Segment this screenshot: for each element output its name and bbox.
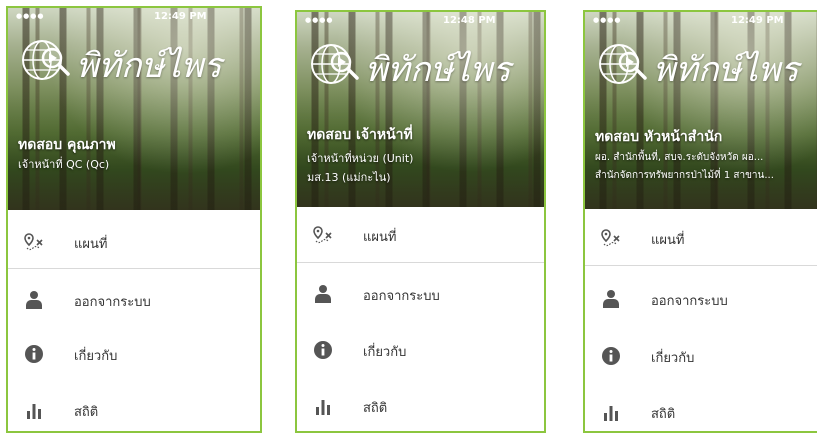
user-name: ทดสอบ เจ้าหน้าที่	[307, 127, 413, 143]
menu-divider	[8, 268, 260, 269]
globe-magnifier-icon	[22, 40, 70, 80]
menu-item-map[interactable]: แผนที่	[8, 214, 260, 270]
menu-item-logout[interactable]: ออกจากระบบ	[585, 271, 817, 327]
user-icon	[603, 290, 619, 308]
menu-item-stats[interactable]: สถิติ	[8, 382, 260, 431]
menu-item-label: เกี่ยวกับ	[74, 349, 118, 364]
user-name: ทดสอบ หัวหน้าสำนัก	[595, 129, 723, 145]
phone-screen-2: ●●●● 12:48 PM พิทักษ์ไพร ทดสอบ เจ้าหน้าท…	[295, 10, 546, 433]
menu-item-label: แผนที่	[74, 237, 108, 252]
map-pin-route-icon	[24, 233, 43, 251]
menu-item-label: สถิติ	[74, 405, 99, 420]
menu-item-label: เกี่ยวกับ	[651, 351, 695, 366]
menu-item-map[interactable]: แผนที่	[297, 207, 544, 263]
bar-chart-icon	[604, 406, 618, 421]
app-logo: พิทักษ์ไพร	[309, 36, 539, 92]
menu-item-logout[interactable]: ออกจากระบบ	[8, 272, 260, 328]
phone-screen-3: ●●●● 12:49 PM พิทักษ์ไพร ทดสอบ หัวหน้าสำ…	[583, 10, 817, 433]
menu-item-about[interactable]: เกี่ยวกับ	[8, 326, 260, 382]
app-logo: พิทักษ์ไพร	[20, 32, 250, 88]
menu-item-label: แผนที่	[651, 233, 685, 248]
status-bar: ●●●● 12:49 PM	[585, 14, 817, 28]
app-logo-text: พิทักษ์ไพร	[76, 46, 222, 86]
user-icon	[26, 291, 42, 309]
drawer-header: ●●●● 12:48 PM พิทักษ์ไพร ทดสอบ เจ้าหน้าท…	[297, 12, 544, 207]
info-icon	[25, 345, 43, 363]
signal-icon: ●●●●	[16, 12, 45, 20]
menu-item-about[interactable]: เกี่ยวกับ	[297, 322, 544, 378]
menu-item-about[interactable]: เกี่ยวกับ	[585, 328, 817, 384]
menu-divider	[297, 262, 544, 263]
user-role: ผอ. สำนักพื้นที่, สบจ.ระดับจังหวัด ผอ...	[595, 152, 764, 163]
user-name: ทดสอบ คุณภาพ	[18, 137, 116, 153]
app-logo-text: พิทักษ์ไพร	[365, 50, 511, 90]
globe-magnifier-icon	[599, 44, 647, 84]
user-office: สำนักจัดการทรัพยากรป่าไม้ที่ 1 สาขาน...	[595, 170, 774, 181]
map-pin-route-icon	[313, 226, 332, 244]
drawer-header: ●●●● 12:49 PM พิทักษ์ไพร ทดสอบ คุณภาพ เจ…	[8, 8, 260, 210]
menu-item-label: ออกจากระบบ	[74, 295, 151, 310]
menu-item-stats[interactable]: สถิติ	[585, 384, 817, 431]
info-icon	[602, 347, 620, 365]
signal-icon: ●●●●	[305, 16, 334, 24]
app-logo-text: พิทักษ์ไพร	[653, 50, 799, 90]
drawer-header: ●●●● 12:49 PM พิทักษ์ไพร ทดสอบ หัวหน้าสำ…	[585, 12, 817, 209]
user-unit: มส.13 (แม่กะไน)	[307, 171, 391, 184]
menu-item-map[interactable]: แผนที่	[585, 210, 817, 266]
menu-item-stats[interactable]: สถิติ	[297, 378, 544, 431]
status-time: 12:49 PM	[731, 15, 784, 26]
menu-item-label: แผนที่	[363, 230, 397, 245]
user-role: เจ้าหน้าที่ QC (Qc)	[18, 158, 110, 171]
status-time: 12:48 PM	[443, 15, 496, 26]
menu-item-label: ออกจากระบบ	[651, 294, 728, 309]
menu-item-logout[interactable]: ออกจากระบบ	[297, 266, 544, 322]
bar-chart-icon	[27, 404, 41, 419]
bar-chart-icon	[316, 400, 330, 415]
status-bar: ●●●● 12:48 PM	[297, 14, 544, 28]
info-icon	[314, 341, 332, 359]
user-role: เจ้าหน้าที่หน่วย (Unit)	[307, 152, 414, 165]
globe-magnifier-icon	[311, 44, 359, 84]
signal-icon: ●●●●	[593, 16, 622, 24]
phone-screen-1: ●●●● 12:49 PM พิทักษ์ไพร ทดสอบ คุณภาพ เจ…	[6, 6, 262, 433]
map-pin-route-icon	[601, 229, 620, 247]
user-icon	[315, 285, 331, 303]
menu-item-label: สถิติ	[651, 407, 676, 422]
status-bar: ●●●● 12:49 PM	[8, 10, 260, 24]
menu-item-label: เกี่ยวกับ	[363, 345, 407, 360]
menu-item-label: สถิติ	[363, 401, 388, 416]
menu-divider	[585, 265, 817, 266]
app-logo: พิทักษ์ไพร	[597, 36, 817, 92]
status-time: 12:49 PM	[154, 11, 207, 22]
menu-item-label: ออกจากระบบ	[363, 289, 440, 304]
